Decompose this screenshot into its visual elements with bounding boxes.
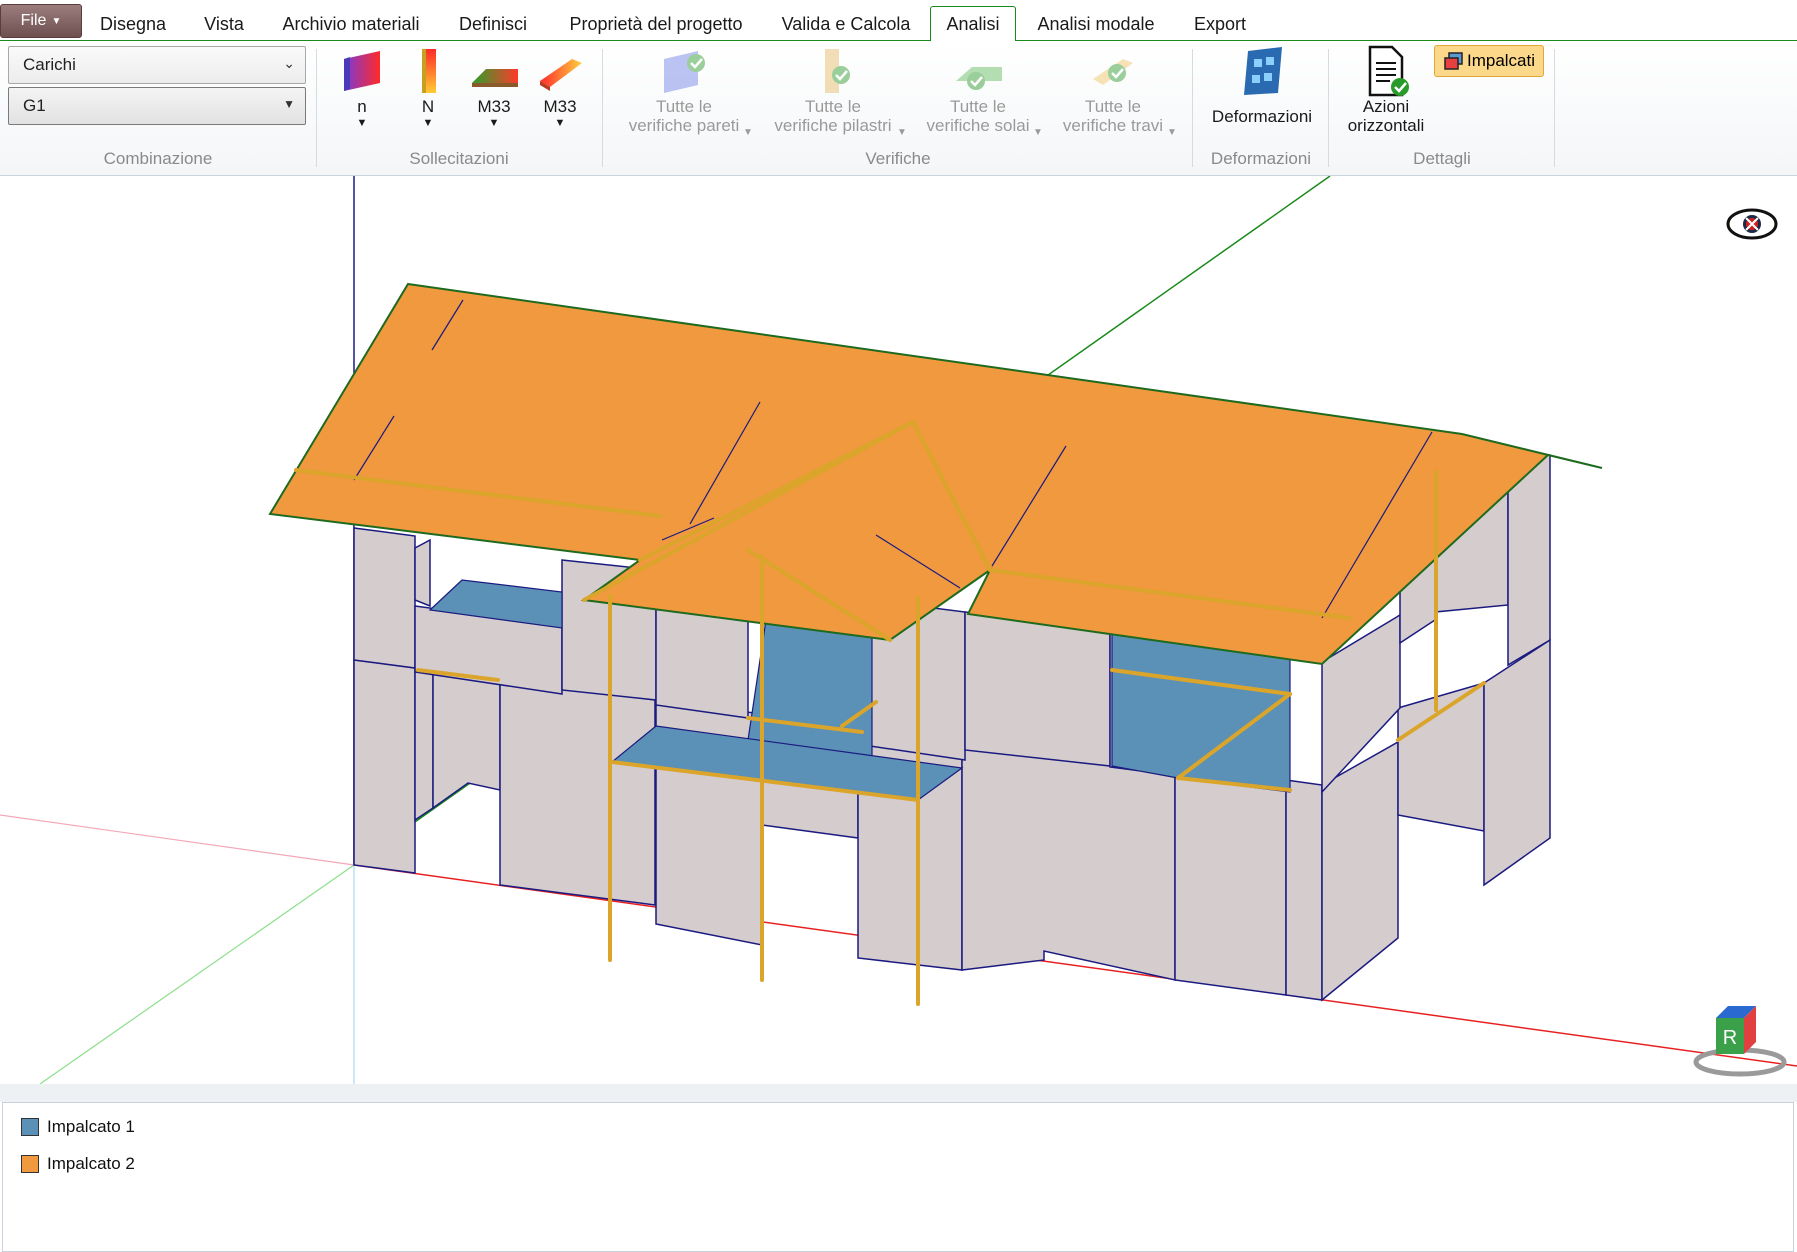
axis-x-negative [0, 814, 355, 866]
group-label-verifiche: Verifiche [865, 149, 931, 168]
dropdown-arrow-icon: ▼ [422, 117, 434, 129]
hide-eye-icon[interactable] [1726, 208, 1778, 240]
deformations-button[interactable]: Deformazioni [1200, 45, 1324, 126]
legend-swatch [21, 1118, 39, 1136]
group-separator [1554, 49, 1555, 167]
group-label-deformazioni: Deformazioni [1210, 149, 1312, 168]
dropdown-arrow-icon: ▼ [1033, 127, 1043, 138]
document-check-icon [1368, 45, 1409, 97]
panel-splitter[interactable] [0, 1084, 1797, 1102]
tab-vista[interactable]: Vista [190, 8, 258, 40]
combination-select[interactable]: G1 ▼ [8, 87, 306, 125]
column-check-icon [825, 49, 850, 93]
stress-m33-slab-icon [472, 69, 518, 87]
axis-y-negative [39, 864, 355, 1084]
deformed-frame-icon [1244, 47, 1282, 95]
load-type-select[interactable]: Carichi ⌄ [8, 46, 306, 84]
legend-swatch [21, 1155, 39, 1173]
group-label-dettagli: Dettagli [1413, 149, 1471, 168]
impalcati-label: Impalcati [1466, 51, 1536, 70]
stress-n-label: n [357, 97, 367, 116]
verify-walls-button[interactable]: Tutte le verifiche pareti [614, 45, 754, 135]
group-label-sollecitazioni: Sollecitazioni [409, 149, 509, 168]
dropdown-arrow-icon: ▼ [554, 117, 566, 129]
legend-item-impalcato-1: Impalcato 1 [21, 1117, 135, 1137]
legend-label: Impalcato 2 [47, 1154, 135, 1173]
chevron-down-icon: ▼ [51, 15, 62, 27]
verify-columns-line1: Tutte le [804, 97, 862, 116]
dropdown-arrow-icon: ▼ [356, 117, 368, 129]
stress-n-icon [344, 51, 380, 91]
horizontal-actions-line2: orizzontali [1347, 116, 1425, 135]
verify-slabs-line1: Tutte le [949, 97, 1007, 116]
dropdown-arrow-icon: ▼ [488, 117, 500, 129]
stress-m33-beam-button[interactable]: M33 ▼ [528, 45, 592, 130]
stress-m33-slab-button[interactable]: M33 ▼ [462, 45, 526, 130]
verify-beams-line1: Tutte le [1084, 97, 1142, 116]
verify-columns-line2: verifiche pilastri [774, 116, 892, 135]
file-menu-button[interactable]: File ▼ [0, 4, 82, 38]
stress-N-label: N [421, 97, 435, 116]
tab-valida-calcola[interactable]: Valida e Calcola [770, 8, 922, 40]
horizontal-actions-line1: Azioni [1362, 97, 1410, 116]
tab-export[interactable]: Export [1180, 8, 1260, 40]
beam-check-icon [1093, 59, 1133, 85]
dropdown-arrow-icon: ▼ [743, 127, 753, 138]
verify-slabs-line2: verifiche solai [926, 116, 1030, 135]
dropdown-arrow-icon: ▼ [283, 97, 295, 111]
verify-walls-line2: verifiche pareti [628, 116, 740, 135]
verify-slabs-button[interactable]: Tutte le verifiche solai [912, 45, 1044, 135]
verify-beams-line2: verifiche travi [1062, 116, 1164, 135]
legend-label: Impalcato 1 [47, 1117, 135, 1136]
tab-disegna[interactable]: Disegna [84, 8, 182, 40]
legend-item-impalcato-2: Impalcato 2 [21, 1154, 135, 1174]
stress-n-button[interactable]: n ▼ [330, 45, 394, 130]
verify-columns-button[interactable]: Tutte le verifiche pilastri [762, 45, 904, 135]
building-model[interactable] [0, 176, 1797, 1084]
stress-m33-slab-label: M33 [477, 97, 511, 116]
impalcati-toggle-button[interactable]: Impalcati [1434, 45, 1544, 77]
verify-beams-button[interactable]: Tutte le verifiche travi [1048, 45, 1178, 135]
load-type-value: Carichi [23, 55, 76, 74]
horizontal-actions-button[interactable]: Azioni orizzontali [1336, 45, 1436, 135]
ribbon-panel: Carichi ⌄ G1 ▼ Combinazione n ▼ N ▼ M33 [0, 41, 1797, 176]
dropdown-arrow-icon: ▼ [897, 127, 907, 138]
deformations-label: Deformazioni [1211, 107, 1313, 126]
file-menu-label: File [20, 12, 47, 29]
tab-archivio-materiali[interactable]: Archivio materiali [272, 8, 430, 40]
ribbon-tab-bar: File ▼ Disegna Vista Archivio materiali … [0, 0, 1797, 42]
slab-check-icon [956, 67, 1002, 90]
view-cube-icon[interactable]: R [1692, 996, 1788, 1078]
dropdown-arrow-icon: ▼ [1167, 127, 1177, 138]
verify-walls-line1: Tutte le [655, 97, 713, 116]
tab-proprieta-progetto[interactable]: Proprietà del progetto [555, 8, 757, 40]
stress-N-icon [422, 49, 436, 93]
view-cube-label: R [1723, 1027, 1737, 1049]
floor-levels-icon [1444, 52, 1463, 70]
group-label-combinazione: Combinazione [103, 149, 213, 168]
3d-model-viewport[interactable]: R [0, 176, 1797, 1084]
impalcati-legend: Impalcato 1 Impalcato 2 [2, 1102, 1794, 1252]
tab-analisi-modale[interactable]: Analisi modale [1030, 8, 1162, 40]
wall-check-icon [664, 51, 705, 93]
combination-value: G1 [23, 96, 46, 115]
chevron-down-icon: ⌄ [283, 55, 295, 71]
tab-definisci[interactable]: Definisci [445, 8, 541, 40]
stress-m33-beam-icon [540, 59, 582, 91]
stress-N-button[interactable]: N ▼ [396, 45, 460, 130]
tab-analisi[interactable]: Analisi [930, 6, 1016, 42]
stress-m33-beam-label: M33 [543, 97, 577, 116]
